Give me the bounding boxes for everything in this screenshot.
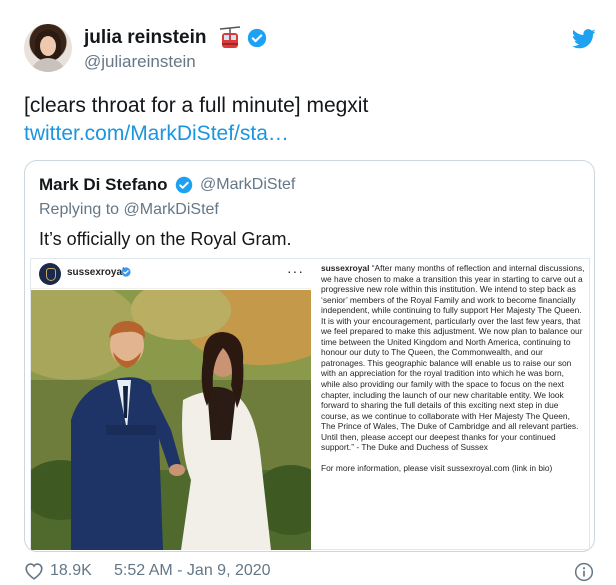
aerial-tramway-icon xyxy=(219,26,241,48)
replying-to-handle[interactable]: @MarkDiStef xyxy=(124,201,219,218)
author-name[interactable]: julia reinstein xyxy=(84,27,206,49)
replying-to-label: Replying to @MarkDiStef xyxy=(39,201,219,219)
quoted-author-handle[interactable]: @MarkDiStef xyxy=(200,176,295,194)
caption-more-info: For more information, please visit susse… xyxy=(321,463,553,474)
quoted-tweet-text: It’s officially on the Royal Gram. xyxy=(39,229,292,249)
tweet-link[interactable]: twitter.com/MarkDiStef/sta… xyxy=(24,122,289,146)
caption-account: sussexroyal xyxy=(321,263,370,273)
verified-badge-icon xyxy=(247,28,267,48)
embedded-tweet: julia reinstein @juliareinstein [clears … xyxy=(0,0,616,585)
heart-icon[interactable] xyxy=(24,562,44,580)
tweet-text: [clears throat for a full minute] megxit xyxy=(24,94,369,117)
instagram-account-name: sussexroyal xyxy=(67,267,125,278)
verified-badge-icon xyxy=(121,267,131,277)
quoted-author-name[interactable]: Mark Di Stefano xyxy=(39,175,167,195)
more-options-icon: ··· xyxy=(287,263,304,279)
couple-photo xyxy=(31,290,311,550)
caption-text: “After many months of reflection and int… xyxy=(321,263,585,453)
twitter-bird-icon[interactable] xyxy=(572,28,596,50)
instagram-post-image[interactable]: sussexroyal ··· sussexroyal “After many … xyxy=(30,258,590,550)
info-icon[interactable] xyxy=(574,562,594,582)
instagram-caption: sussexroyal “After many months of reflec… xyxy=(321,263,585,474)
author-avatar[interactable] xyxy=(24,24,72,72)
sussexroyal-logo-icon xyxy=(39,263,61,285)
replying-to-prefix: Replying to xyxy=(39,201,120,218)
verified-badge-icon xyxy=(175,176,193,194)
quoted-tweet-card[interactable]: Mark Di Stefano @MarkDiStef Replying to … xyxy=(24,160,595,552)
author-handle[interactable]: @juliareinstein xyxy=(84,52,196,72)
tweet-timestamp[interactable]: 5:52 AM - Jan 9, 2020 xyxy=(114,562,271,580)
instagram-post-header: sussexroyal ··· xyxy=(31,259,311,289)
like-count[interactable]: 18.9K xyxy=(50,562,92,580)
